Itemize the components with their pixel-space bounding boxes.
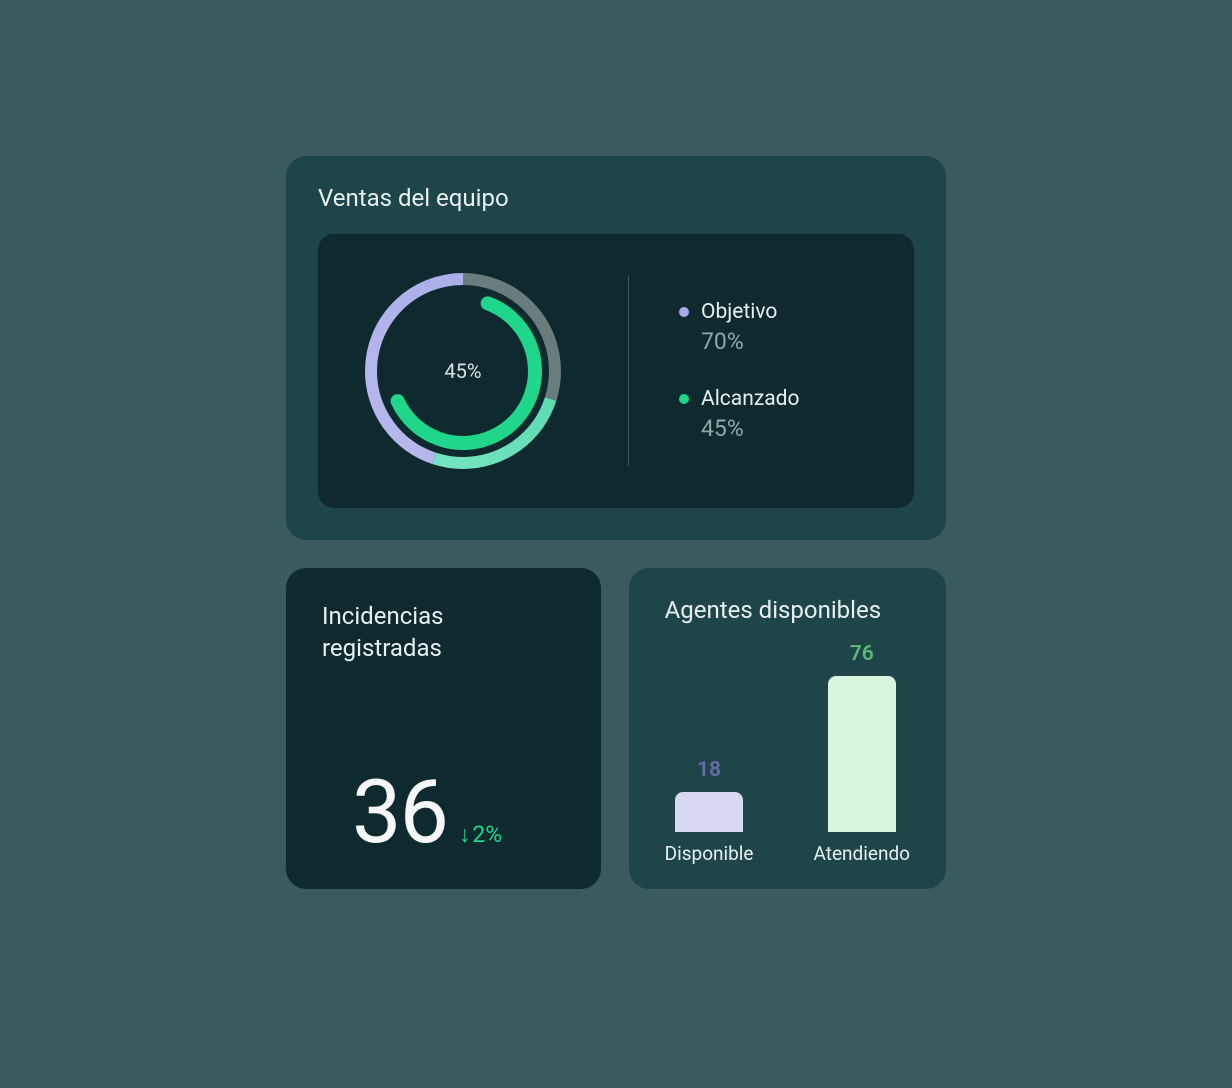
legend-value: 45% [701, 415, 799, 442]
legend-value: 70% [701, 328, 799, 355]
card-title: Agentes disponibles [665, 596, 910, 624]
bar-attending [828, 676, 896, 832]
bar-chart: 18 Disponible 76 Atendiendo [665, 642, 910, 865]
donut-center-value: 45% [444, 359, 481, 383]
dot-icon [679, 307, 689, 317]
legend-text: Objetivo [701, 300, 777, 324]
bar-group-available: 18 Disponible [665, 758, 754, 865]
donut-chart: 45% [358, 266, 568, 476]
bar-value: 18 [697, 758, 721, 782]
dot-icon [679, 394, 689, 404]
bar-label: Disponible [665, 842, 754, 865]
card-title: Ventas del equipo [318, 184, 914, 212]
card-agents: Agentes disponibles 18 Disponible 76 Ate… [629, 568, 946, 889]
card-team-sales: Ventas del equipo [286, 156, 946, 540]
bar-available [675, 792, 743, 832]
legend-item-reached: Alcanzado 45% [679, 387, 799, 442]
bottom-row: Incidencias registradas 36 ↓ 2% Agentes … [286, 568, 946, 889]
legend-text: Alcanzado [701, 387, 799, 411]
sales-legend: Objetivo 70% Alcanzado 45% [679, 300, 799, 442]
incidents-metric: 36 ↓ 2% [322, 769, 565, 857]
dashboard: Ventas del equipo [286, 156, 946, 889]
bar-label: Atendiendo [814, 842, 910, 865]
vertical-divider [628, 276, 629, 466]
bar-value: 76 [850, 642, 874, 666]
legend-label: Alcanzado [679, 387, 799, 411]
card-incidents: Incidencias registradas 36 ↓ 2% [286, 568, 601, 889]
incidents-delta: ↓ 2% [459, 821, 502, 848]
bar-group-attending: 76 Atendiendo [814, 642, 910, 865]
incidents-value: 36 [352, 769, 447, 857]
legend-label: Objetivo [679, 300, 799, 324]
delta-value: 2% [472, 821, 502, 848]
sales-content-panel: 45% Objetivo 70% Alcanzado [318, 234, 914, 508]
arrow-down-icon: ↓ [459, 821, 471, 848]
card-title: Incidencias registradas [322, 600, 565, 665]
legend-item-objective: Objetivo 70% [679, 300, 799, 355]
